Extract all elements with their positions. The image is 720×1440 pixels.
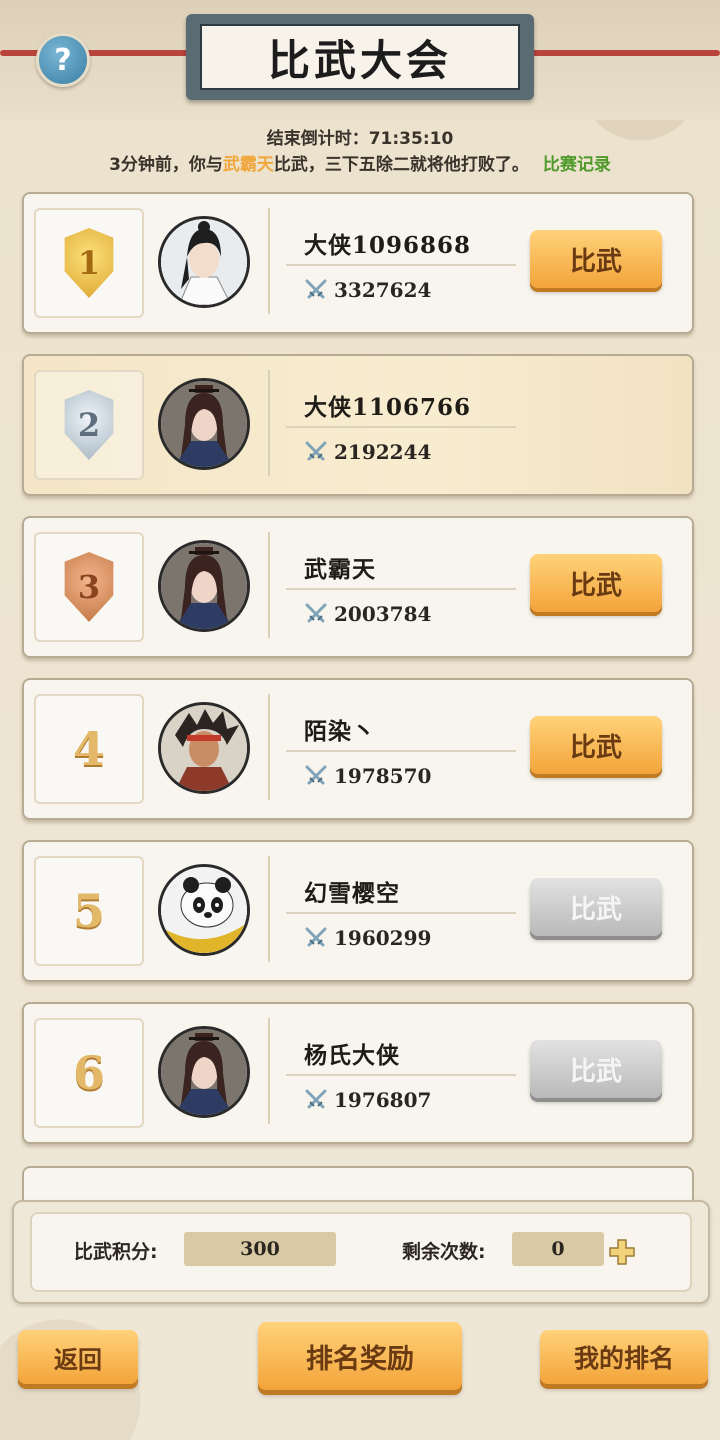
challenge-button: 比武 (530, 878, 662, 936)
player-avatar[interactable] (158, 378, 250, 470)
divider (286, 912, 516, 914)
ranking-rewards-button[interactable]: 排名奖励 (258, 1322, 462, 1390)
rank-number: 2 (77, 406, 101, 444)
countdown-value: 71:35:10 (368, 129, 454, 149)
countdown: 结束倒计时：71:35:10 (0, 124, 720, 149)
player-info: 杨氏大侠 1976807 比武 (268, 1018, 678, 1124)
crossed-swords-icon (305, 1089, 327, 1109)
back-button[interactable]: 返回 (18, 1330, 138, 1384)
player-info: 大侠1096868 3327624 比武 (268, 208, 678, 314)
news-opponent[interactable]: 武霸天 (223, 155, 274, 175)
combat-power: 1976807 (304, 1088, 431, 1112)
rope-left (0, 50, 200, 56)
challenge-button[interactable]: 比武 (530, 716, 662, 774)
remaining-value: 0 (512, 1232, 604, 1266)
combat-power: 1978570 (304, 764, 431, 788)
player-avatar[interactable] (158, 702, 250, 794)
player-name: 武霸天 (304, 556, 376, 583)
title-plaque: 比武大会 (186, 14, 534, 100)
divider (286, 264, 516, 266)
challenge-button[interactable]: 比武 (530, 554, 662, 612)
points-label: 比武积分: (74, 1241, 158, 1263)
player-info: 武霸天 2003784 比武 (268, 532, 678, 638)
combat-power-value: 1960299 (334, 926, 432, 950)
news-suffix: 比武，三下五除二就将他打败了。 (273, 155, 529, 175)
match-record-link[interactable]: 比赛记录 (543, 155, 611, 175)
player-name: 大侠1096868 (304, 232, 472, 259)
news-prefix: 3分钟前，你与 (109, 155, 223, 175)
help-icon: ? (54, 42, 72, 78)
player-name: 陌染丶 (304, 718, 376, 745)
player-card[interactable]: 4 陌染丶 1978570 比武 (22, 678, 694, 820)
player-info: 大侠1106766 2192244 (268, 370, 678, 476)
player-name: 幻雪樱空 (304, 880, 400, 907)
rank-badge: 5 (34, 856, 144, 966)
my-ranking-button[interactable]: 我的排名 (540, 1330, 708, 1384)
rank-badge: 2 (34, 370, 144, 480)
crossed-swords-icon (305, 927, 327, 947)
player-name: 大侠1106766 (304, 394, 472, 421)
add-attempts-icon[interactable] (608, 1238, 636, 1266)
player-name: 杨氏大侠 (304, 1042, 400, 1069)
combat-power: 2003784 (304, 602, 431, 626)
divider (286, 1074, 516, 1076)
player-avatar[interactable] (158, 540, 250, 632)
player-card[interactable]: 2 大侠1106766 2192244 (22, 354, 694, 496)
page-title: 比武大会 (200, 24, 520, 90)
player-card[interactable]: 5 幻雪樱空 1960299 比武 (22, 840, 694, 982)
battle-news: 3分钟前，你与武霸天比武，三下五除二就将他打败了。 比赛记录 (0, 150, 720, 175)
points-value: 300 (184, 1232, 336, 1266)
silver-medal-icon: 2 (64, 390, 114, 460)
help-button[interactable]: ? (36, 33, 90, 87)
crossed-swords-icon (305, 765, 327, 785)
rank-badge: 6 (34, 1018, 144, 1128)
player-card[interactable]: 1 大侠1096868 3327624 比武 (22, 192, 694, 334)
countdown-label: 结束倒计时： (266, 129, 369, 149)
challenge-button[interactable]: 比武 (530, 230, 662, 288)
bronze-medal-icon: 3 (64, 552, 114, 622)
combat-power-value: 3327624 (334, 278, 432, 302)
combat-power-value: 2192244 (334, 440, 432, 464)
combat-power-value: 1976807 (334, 1088, 432, 1112)
player-avatar[interactable] (158, 1026, 250, 1118)
rank-number: 4 (72, 722, 105, 776)
rank-number: 5 (72, 884, 105, 938)
rank-number: 1 (77, 244, 101, 282)
player-avatar[interactable] (158, 216, 250, 308)
combat-power-value: 2003784 (334, 602, 432, 626)
remaining-label: 剩余次数: (402, 1241, 486, 1263)
divider (286, 426, 516, 428)
crossed-swords-icon (305, 279, 327, 299)
player-avatar[interactable] (158, 864, 250, 956)
rank-number: 6 (72, 1046, 105, 1100)
combat-power: 1960299 (304, 926, 431, 950)
rank-badge: 4 (34, 694, 144, 804)
rank-number: 3 (77, 568, 101, 606)
gold-medal-icon: 1 (64, 228, 114, 298)
challenge-button: 比武 (530, 1040, 662, 1098)
rope-right (520, 50, 720, 56)
player-card[interactable]: 6 杨氏大侠 1976807 比武 (22, 1002, 694, 1144)
player-info: 陌染丶 1978570 比武 (268, 694, 678, 800)
rank-badge: 1 (34, 208, 144, 318)
rank-badge: 3 (34, 532, 144, 642)
divider (286, 588, 516, 590)
crossed-swords-icon (305, 441, 327, 461)
combat-power: 2192244 (304, 440, 431, 464)
player-info: 幻雪樱空 1960299 比武 (268, 856, 678, 962)
divider (286, 750, 516, 752)
combat-power-value: 1978570 (334, 764, 432, 788)
player-card[interactable]: 3 武霸天 2003784 比武 (22, 516, 694, 658)
combat-power: 3327624 (304, 278, 431, 302)
crossed-swords-icon (305, 603, 327, 623)
